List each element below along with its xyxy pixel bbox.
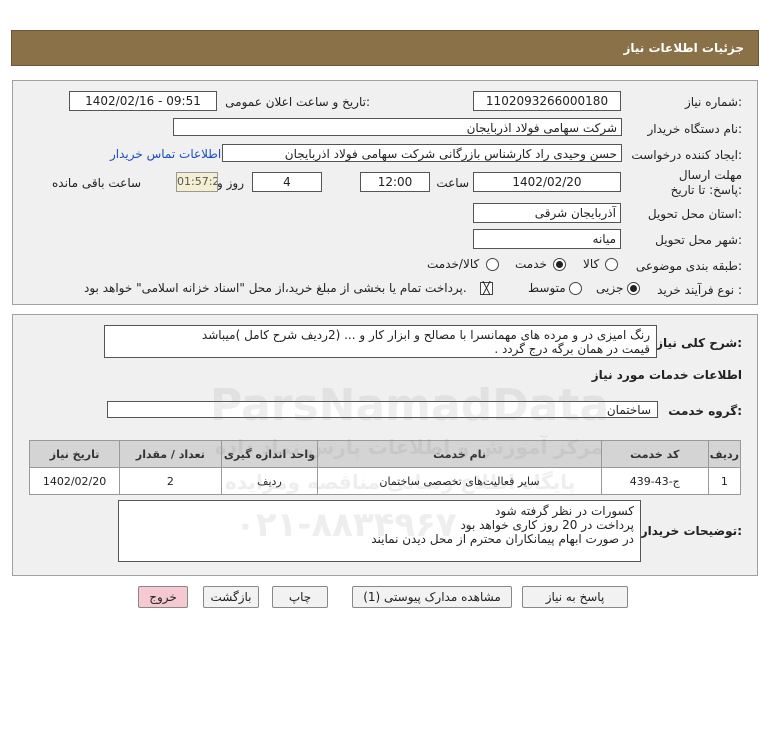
- category-option-goods-service: کالا/خدمت: [427, 257, 480, 271]
- days-field: 4: [252, 172, 322, 192]
- category-radio-goods-service[interactable]: [486, 258, 499, 271]
- category-radio-service[interactable]: [553, 258, 566, 271]
- table-header-row: تاریخ نیاز تعداد / مقدار واحد اندازه گیر…: [28, 440, 742, 468]
- process-option-minor: جزیی: [596, 281, 624, 295]
- service-group-label: گروه خدمت:: [668, 404, 742, 418]
- city-label: شهر محل تحویل:: [655, 233, 742, 247]
- process-radio-medium[interactable]: [569, 282, 582, 295]
- service-group-field: ساختمان: [107, 401, 658, 418]
- remaining-time-field: 01:57:23: [176, 172, 218, 192]
- treasury-checkbox[interactable]: ╳: [480, 282, 493, 295]
- buyer-contact-link[interactable]: اطلاعات تماس خریدار: [110, 147, 221, 161]
- cell-service-name: سایر فعالیت‌های تخصصی ساختمان: [317, 467, 602, 495]
- buyer-notes-box: کسورات در نظر گرفته شود پرداخت در 20 روز…: [118, 500, 641, 562]
- category-option-goods: کالا: [583, 257, 600, 271]
- process-radio-minor[interactable]: [627, 282, 640, 295]
- category-option-service: خدمت: [515, 257, 547, 271]
- deadline-label: مهلت ارسال پاسخ: تا تاریخ:: [670, 168, 742, 197]
- page-header: جزئیات اطلاعات نیاز: [11, 30, 759, 66]
- creator-label: ایجاد کننده درخواست:: [631, 148, 742, 162]
- col-service-code: کد خدمت: [600, 440, 709, 468]
- category-label: طبقه بندی موضوعی:: [635, 259, 742, 273]
- buyer-field: شرکت سهامی فولاد اذربایجان: [173, 118, 622, 136]
- col-qty: تعداد / مقدار: [119, 440, 222, 468]
- need-number-field: 1102093266000180: [473, 91, 621, 111]
- days-label: روز و: [217, 176, 244, 190]
- cell-qty: 2: [119, 467, 222, 495]
- cell-unit: ردیف: [220, 467, 319, 495]
- creator-field: حسن وحیدی راد کارشناس بازرگانی شرکت سهام…: [222, 144, 622, 162]
- buyer-note-line-2: پرداخت در 20 روز کاری خواهد بود: [460, 518, 634, 532]
- summary-line-1: رنگ امیزی در و مرده های مهمانسرا با مصال…: [201, 328, 650, 342]
- time-label: ساعت: [436, 176, 469, 190]
- table-row: 1402/02/20 2 ردیف سایر فعالیت‌های تخصصی …: [28, 467, 742, 495]
- announce-label: تاریخ و ساعت اعلان عمومی:: [225, 95, 370, 109]
- cell-service-code: ج-43-439: [600, 467, 709, 495]
- province-label: استان محل تحویل:: [647, 207, 742, 221]
- summary-label: شرح کلی نیاز:: [656, 336, 742, 350]
- announce-field: 1402/02/16 - 09:51: [69, 91, 217, 111]
- buyer-note-line-1: کسورات در نظر گرفته شود: [495, 504, 634, 518]
- summary-box: رنگ امیزی در و مرده های مهمانسرا با مصال…: [104, 325, 657, 358]
- col-service-name: نام خدمت: [317, 440, 602, 468]
- process-label: نوع فرآیند خرید :: [657, 283, 742, 297]
- col-date: تاریخ نیاز: [28, 440, 121, 468]
- deadline-time-field: 12:00: [360, 172, 430, 192]
- col-index: ردیف: [707, 440, 742, 468]
- remaining-label: ساعت باقی مانده: [52, 176, 142, 190]
- payment-note: پرداخت تمام یا بخشی از مبلغ خرید،از محل …: [84, 281, 467, 295]
- process-option-medium: متوسط: [528, 281, 566, 295]
- print-button[interactable]: چاپ: [272, 586, 328, 608]
- back-button[interactable]: بازگشت: [203, 586, 259, 608]
- summary-line-2: قیمت در همان برگه درج گردد .: [494, 342, 650, 356]
- buyer-note-line-3: در صورت ابهام پیمانکاران محترم از محل دی…: [371, 532, 634, 546]
- reply-button[interactable]: پاسخ به نیاز: [522, 586, 628, 608]
- deadline-date-field: 1402/02/20: [473, 172, 621, 192]
- category-radio-goods[interactable]: [605, 258, 618, 271]
- city-field: میانه: [473, 229, 621, 249]
- services-section-title: اطلاعات خدمات مورد نیاز: [591, 368, 742, 382]
- page-title: جزئیات اطلاعات نیاز: [623, 41, 744, 55]
- buyer-label: نام دستگاه خریدار:: [647, 122, 743, 136]
- view-attachments-button[interactable]: مشاهده مدارک پیوستی (1): [352, 586, 512, 608]
- cell-index: 1: [707, 467, 742, 495]
- col-unit: واحد اندازه گیری: [220, 440, 319, 468]
- province-field: آذربایجان شرقی: [473, 203, 621, 223]
- services-table: تاریخ نیاز تعداد / مقدار واحد اندازه گیر…: [28, 440, 742, 495]
- exit-button[interactable]: خروج: [138, 586, 188, 608]
- need-number-label: شماره نیاز:: [684, 95, 742, 109]
- buyer-notes-label: توضیحات خریدار:: [640, 524, 742, 538]
- cell-date: 1402/02/20: [28, 467, 121, 495]
